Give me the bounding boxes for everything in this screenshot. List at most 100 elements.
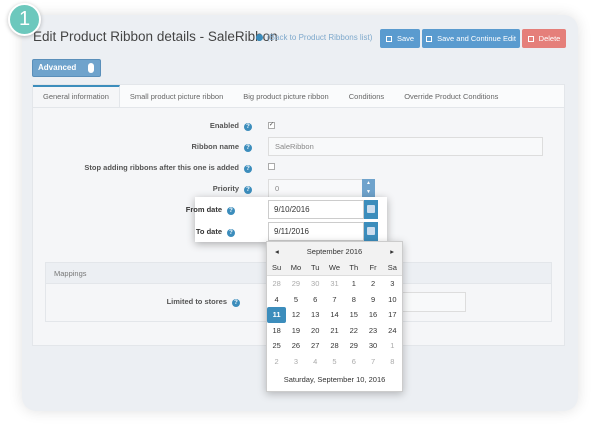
to-date-label: To date? [15,227,235,237]
calendar-day[interactable]: 5 [325,354,344,370]
to-date-input[interactable]: 9/11/2016 [268,222,364,241]
tab-big-picture-ribbon[interactable]: Big product picture ribbon [233,85,338,107]
calendar-day[interactable]: 27 [306,338,325,354]
calendar-day[interactable]: 2 [363,276,382,292]
advanced-label: Advanced [38,63,77,72]
calendar-day[interactable]: 25 [267,338,286,354]
help-icon[interactable]: ? [244,165,252,173]
calendar-day[interactable]: 21 [325,323,344,339]
advanced-toggle[interactable]: Advanced [32,59,101,77]
weekday-label: Fr [369,263,377,272]
delete-button[interactable]: Delete [522,29,566,48]
calendar-day[interactable]: 7 [363,354,382,370]
calendar-day[interactable]: 23 [363,323,382,339]
calendar-day[interactable]: 1 [344,276,363,292]
help-icon[interactable]: ? [244,123,252,131]
ribbon-name-label: Ribbon name? [32,142,252,152]
weekday-label: Su [272,263,282,272]
floppy-icon [385,36,392,42]
calendar-day[interactable]: 17 [383,307,402,323]
help-icon[interactable]: ? [227,207,235,215]
calendar-day[interactable]: 16 [363,307,382,323]
calendar-icon[interactable] [364,200,378,219]
calendar-day[interactable]: 20 [306,323,325,339]
calendar-week: 11 12 13 14 15 16 17 [267,307,402,323]
calendar-week: 2345678 [267,354,402,370]
save-button[interactable]: Save [380,29,420,48]
calendar-day[interactable]: 13 [306,307,325,323]
calendar-day[interactable]: 3 [383,276,402,292]
calendar-day[interactable]: 6 [306,292,325,308]
calendar-day[interactable]: 30 [363,338,382,354]
calendar-day[interactable]: 31 [325,276,344,292]
calendar-day[interactable]: 12 [286,307,305,323]
calendar-week: 25 26 27 28 29 30 1 [267,338,402,354]
toggle-knob [88,63,94,73]
save-label: Save [396,34,415,43]
enabled-checkbox[interactable]: ✓ [268,122,275,129]
tab-bar: General information Small product pictur… [33,85,564,108]
from-date-input[interactable]: 9/10/2016 [268,200,364,219]
ribbon-name-input[interactable]: SaleRibbon [268,137,543,156]
calendar-day[interactable]: 29 [344,338,363,354]
tab-conditions[interactable]: Conditions [339,85,394,107]
back-link[interactable]: (Back to Product Ribbons list) [256,33,372,42]
month-title[interactable]: September 2016 [307,247,362,256]
stop-adding-label: Stop adding ribbons after this one is ad… [32,163,252,173]
calendar-day[interactable]: 8 [383,354,402,370]
tab-small-picture-ribbon[interactable]: Small product picture ribbon [120,85,233,107]
calendar-week: 18 19 20 21 22 23 24 [267,323,402,339]
calendar-day[interactable]: 4 [267,292,286,308]
calendar-day[interactable]: 19 [286,323,305,339]
calendar-header: ◂ September 2016 ▸ [267,242,402,260]
calendar-day[interactable]: 14 [325,307,344,323]
calendar-day[interactable]: 5 [286,292,305,308]
calendar-day[interactable]: 9 [363,292,382,308]
calendar-day[interactable]: 22 [344,323,363,339]
help-icon[interactable]: ? [244,186,252,194]
calendar-day[interactable]: 26 [286,338,305,354]
enabled-label: Enabled? [32,121,252,131]
calendar-day[interactable]: 18 [267,323,286,339]
calendar-day[interactable]: 29 [286,276,305,292]
help-icon[interactable]: ? [227,229,235,237]
tab-override-conditions[interactable]: Override Product Conditions [394,85,508,107]
date-fields-highlight: From date? 9/10/2016 To date? 9/11/2016 [186,197,387,242]
calendar-day[interactable]: 28 [325,338,344,354]
calendar-day[interactable]: 30 [306,276,325,292]
calendar-day[interactable]: 4 [306,354,325,370]
calendar-day[interactable]: 1 [383,338,402,354]
calendar-today-footer[interactable]: Saturday, September 10, 2016 [267,375,402,384]
calendar-day[interactable]: 2 [267,354,286,370]
weekday-label: Th [349,263,359,272]
date-picker: ◂ September 2016 ▸ Su Mo Tu We Th Fr Sa 28 29 30… [266,241,403,392]
save-continue-button[interactable]: Save and Continue Edit [422,29,520,48]
step-badge: 1 [8,3,41,36]
calendar-day-selected[interactable]: 11 [267,307,287,323]
calendar-day[interactable]: 24 [383,323,402,339]
tab-general-information[interactable]: General information [33,85,120,107]
stop-adding-checkbox[interactable] [268,163,275,170]
calendar-day[interactable]: 6 [344,354,363,370]
page-title: Edit Product Ribbon details - SaleRibbon [33,29,278,44]
calendar-icon[interactable] [364,222,378,241]
weekday-header: Su Mo Tu We Th Fr Sa [267,260,402,276]
prev-month-button[interactable]: ◂ [275,247,279,256]
next-month-button[interactable]: ▸ [390,247,394,256]
stores-select[interactable] [400,292,466,312]
calendar-day[interactable]: 7 [325,292,344,308]
help-icon[interactable]: ? [244,144,252,152]
calendar-day[interactable]: 28 [267,276,286,292]
delete-label: Delete [538,34,561,43]
weekday-label: Mo [290,263,302,272]
back-link-text[interactable]: (Back to Product Ribbons list) [267,33,372,42]
calendar-day[interactable]: 10 [383,292,402,308]
calendar-day[interactable]: 8 [344,292,363,308]
calendar-day[interactable]: 15 [344,307,363,323]
calendar-day[interactable]: 3 [286,354,305,370]
help-icon[interactable]: ? [232,299,240,307]
priority-label: Priority? [32,184,252,194]
priority-spinner[interactable]: ▲ ▼ [362,179,375,198]
priority-input[interactable]: 0 [268,179,363,198]
weekday-label: We [328,263,341,272]
